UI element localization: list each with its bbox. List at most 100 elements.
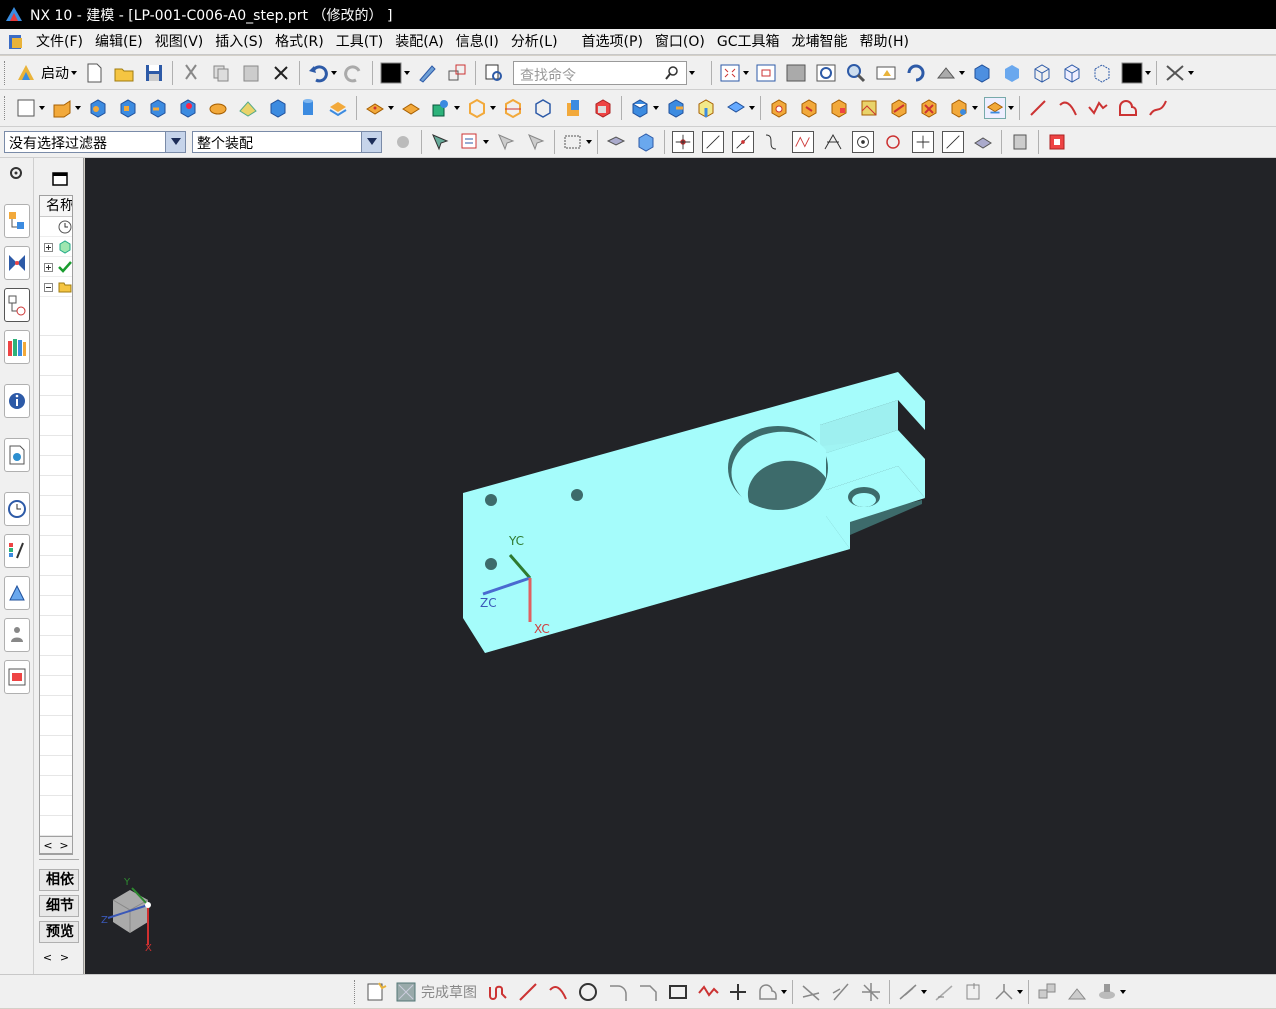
feature-block-4-icon[interactable] bbox=[177, 97, 199, 119]
menu-preferences[interactable]: 首选项(P) bbox=[576, 31, 649, 53]
menu-assembly[interactable]: 装配(A) bbox=[389, 31, 450, 53]
sketch-task-icon[interactable] bbox=[365, 981, 387, 1003]
snap-quadrant-icon[interactable] bbox=[882, 131, 904, 153]
pan-icon[interactable] bbox=[875, 62, 897, 84]
arc-icon[interactable] bbox=[1057, 97, 1079, 119]
layout-icon[interactable] bbox=[785, 62, 807, 84]
edit-feature-7-icon[interactable] bbox=[948, 97, 970, 119]
orient-view-icon[interactable] bbox=[1164, 62, 1186, 84]
snap-endpoint-icon[interactable] bbox=[672, 131, 694, 153]
snap-point-icon[interactable] bbox=[912, 131, 934, 153]
background-color-icon[interactable] bbox=[1121, 62, 1143, 84]
scroll-left-icon[interactable]: < bbox=[43, 839, 52, 852]
menu-tools[interactable]: 工具(T) bbox=[330, 31, 389, 53]
sketch-chamfer-icon[interactable] bbox=[637, 981, 659, 1003]
assembly-navigator-tab[interactable] bbox=[4, 204, 30, 238]
fit-view-icon[interactable] bbox=[719, 62, 741, 84]
edit-feature-5-icon[interactable] bbox=[888, 97, 910, 119]
select-solid-icon[interactable] bbox=[605, 131, 627, 153]
zoom-box-icon[interactable] bbox=[815, 62, 837, 84]
hidden-line-icon[interactable] bbox=[1061, 62, 1083, 84]
synchronous-1-icon[interactable] bbox=[629, 97, 651, 119]
menu-info[interactable]: 信息(I) bbox=[450, 31, 505, 53]
paste-icon[interactable] bbox=[240, 62, 262, 84]
scroll-right-icon[interactable]: > bbox=[60, 951, 69, 964]
convert-reference-icon[interactable] bbox=[993, 981, 1015, 1003]
create-constraint-icon[interactable] bbox=[1096, 981, 1118, 1003]
sketch-icon[interactable] bbox=[15, 97, 37, 119]
menu-view[interactable]: 视图(V) bbox=[149, 31, 210, 53]
select-feature-icon[interactable] bbox=[429, 131, 451, 153]
snap-intersection-icon[interactable] bbox=[822, 131, 844, 153]
auto-constrain-icon[interactable] bbox=[933, 981, 955, 1003]
model-view[interactable]: YC ZC XC Y Z X bbox=[85, 158, 1276, 974]
select-component-icon[interactable] bbox=[635, 131, 657, 153]
tree-row[interactable] bbox=[40, 217, 72, 237]
filter-settings-icon[interactable] bbox=[392, 131, 414, 153]
selection-scope-select[interactable]: 整个装配 bbox=[192, 131, 382, 153]
synchronous-4-icon[interactable] bbox=[725, 97, 747, 119]
tree-row[interactable] bbox=[40, 237, 72, 257]
edit-feature-2-icon[interactable] bbox=[798, 97, 820, 119]
sketch-circle-icon[interactable] bbox=[577, 981, 599, 1003]
edit-feature-6-icon[interactable] bbox=[918, 97, 940, 119]
synchronous-2-icon[interactable] bbox=[665, 97, 687, 119]
start-button[interactable]: 启动 bbox=[41, 63, 69, 83]
snap-midpoint-icon[interactable] bbox=[732, 131, 754, 153]
toolbar-grip[interactable] bbox=[354, 980, 357, 1004]
app-menu-icon[interactable] bbox=[6, 32, 26, 52]
show-hide-icon[interactable] bbox=[1009, 131, 1031, 153]
edit-feature-4-icon[interactable] bbox=[858, 97, 880, 119]
combine-icon[interactable] bbox=[400, 97, 422, 119]
sketch-rectangle-icon[interactable] bbox=[667, 981, 689, 1003]
menu-window[interactable]: 窗口(O) bbox=[649, 31, 711, 53]
feature-block-8-icon[interactable] bbox=[327, 97, 349, 119]
panel-scroll[interactable]: < > bbox=[39, 948, 73, 966]
menu-gc-toolbox[interactable]: GC工具箱 bbox=[711, 31, 786, 53]
pattern-icon[interactable] bbox=[364, 97, 386, 119]
static-wireframe-icon[interactable] bbox=[1091, 62, 1113, 84]
preview-panel-tab[interactable]: 预览 bbox=[39, 921, 79, 943]
expand-plus-icon[interactable] bbox=[44, 263, 53, 272]
sketch-point-icon[interactable] bbox=[727, 981, 749, 1003]
select-body-icon[interactable] bbox=[459, 131, 481, 153]
studio-spline-icon[interactable] bbox=[1087, 97, 1109, 119]
details-panel-tab[interactable]: 细节 bbox=[39, 895, 79, 917]
unite-icon[interactable] bbox=[430, 97, 452, 119]
finish-sketch-label[interactable]: 完成草图 bbox=[421, 982, 477, 1002]
web-browser-tab[interactable] bbox=[4, 438, 30, 472]
alternate-solution-icon[interactable] bbox=[1036, 981, 1058, 1003]
feature-block-2-icon[interactable] bbox=[117, 97, 139, 119]
offset-curve-icon[interactable] bbox=[757, 981, 779, 1003]
inferred-constraints-icon[interactable] bbox=[1066, 981, 1088, 1003]
cut-icon[interactable] bbox=[180, 62, 202, 84]
graphics-window[interactable]: YC ZC XC Y Z X bbox=[85, 158, 1276, 974]
history-tab[interactable] bbox=[4, 492, 30, 526]
snap-control-icon[interactable] bbox=[792, 131, 814, 153]
synchronous-3-icon[interactable] bbox=[695, 97, 717, 119]
quick-extend-icon[interactable] bbox=[830, 981, 852, 1003]
sketch-arc-icon[interactable] bbox=[547, 981, 569, 1003]
cylinder-icon[interactable] bbox=[297, 97, 319, 119]
expand-plus-icon[interactable] bbox=[44, 243, 53, 252]
snap-center-icon[interactable] bbox=[852, 131, 874, 153]
view-section-icon[interactable] bbox=[1046, 131, 1068, 153]
resource-settings-icon[interactable] bbox=[7, 164, 25, 182]
show-constraints-icon[interactable] bbox=[963, 981, 985, 1003]
feature-block-1-icon[interactable] bbox=[87, 97, 109, 119]
rectangle-select-icon[interactable] bbox=[562, 131, 584, 153]
color-swatch-icon[interactable] bbox=[380, 62, 402, 84]
snap-line-icon[interactable] bbox=[702, 131, 724, 153]
tree-row[interactable] bbox=[40, 257, 72, 277]
menu-file[interactable]: 文件(F) bbox=[30, 31, 89, 53]
maximize-panel-icon[interactable] bbox=[52, 171, 68, 187]
start-icon[interactable] bbox=[15, 62, 37, 84]
open-folder-icon[interactable] bbox=[113, 62, 135, 84]
trim-body-icon[interactable] bbox=[502, 97, 524, 119]
copy-icon[interactable] bbox=[210, 62, 232, 84]
sketch-polygon-icon[interactable] bbox=[697, 981, 719, 1003]
sketch-fillet-icon[interactable] bbox=[607, 981, 629, 1003]
hd3d-tools-tab[interactable] bbox=[4, 384, 30, 418]
collapse-minus-icon[interactable] bbox=[44, 283, 53, 292]
save-icon[interactable] bbox=[143, 62, 165, 84]
